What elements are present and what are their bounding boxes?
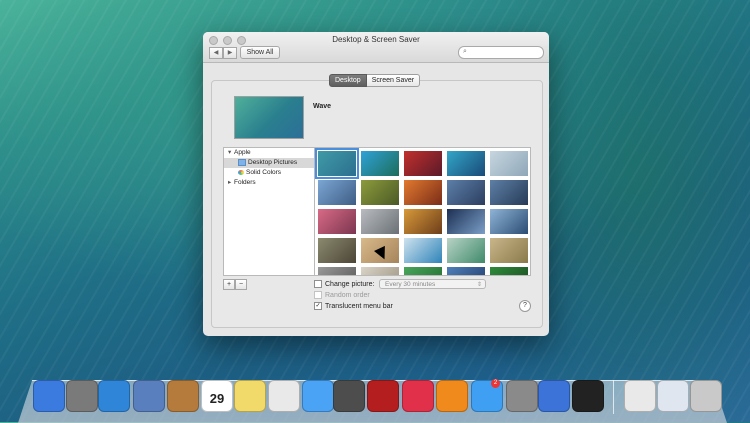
picture-thumbnail[interactable] xyxy=(447,267,485,275)
picture-thumbnail[interactable] xyxy=(490,151,528,176)
picture-thumbnail[interactable] xyxy=(318,238,356,263)
forward-button[interactable]: ▶ xyxy=(223,47,237,59)
tab-desktop[interactable]: Desktop xyxy=(329,74,367,87)
preferences-window: Desktop & Screen Saver ◀ ▶ Show All ⌕ De… xyxy=(203,32,549,336)
picture-thumbnail[interactable] xyxy=(404,209,442,234)
translucent-menu-bar-option[interactable]: ✓ Translucent menu bar xyxy=(314,302,393,310)
picture-thumbnail[interactable] xyxy=(490,209,528,234)
change-picture-option[interactable]: Change picture: xyxy=(314,280,374,288)
photo-booth-icon[interactable] xyxy=(367,380,399,412)
facetime-icon[interactable] xyxy=(333,380,365,412)
trash-icon[interactable] xyxy=(690,380,722,412)
picture-thumbnail[interactable] xyxy=(361,209,399,234)
translucent-menu-bar-checkbox[interactable]: ✓ xyxy=(314,302,322,310)
source-apple-label: Apple xyxy=(234,149,251,156)
terminal-icon[interactable] xyxy=(572,380,604,412)
picture-thumbnail[interactable] xyxy=(447,180,485,205)
app-store-badge: 2 xyxy=(491,379,500,388)
picture-grid xyxy=(314,147,531,276)
change-picture-label: Change picture: xyxy=(325,280,375,288)
change-picture-checkbox[interactable] xyxy=(314,280,322,288)
mail-icon[interactable] xyxy=(133,380,165,412)
color-wheel-icon xyxy=(238,169,244,175)
search-icon: ⌕ xyxy=(463,48,467,55)
source-folders[interactable]: ▸ Folders xyxy=(224,178,314,188)
itunes-icon[interactable] xyxy=(402,380,434,412)
interval-value: Every 30 minutes xyxy=(385,281,436,288)
random-order-checkbox[interactable] xyxy=(314,291,322,299)
window-titlebar[interactable]: Desktop & Screen Saver ◀ ▶ Show All ⌕ xyxy=(203,32,549,63)
picture-thumbnail[interactable] xyxy=(404,238,442,263)
updown-chevron-icon: ⇕ xyxy=(476,282,482,288)
folders-label: Folders xyxy=(234,179,256,186)
add-remove-buttons: + − xyxy=(223,279,247,290)
xcode-icon[interactable] xyxy=(538,380,570,412)
tab-screen-saver[interactable]: Screen Saver xyxy=(366,74,421,87)
desktop-pictures-label: Desktop Pictures xyxy=(248,159,298,166)
safari-icon[interactable] xyxy=(98,380,130,412)
source-apple[interactable]: ▾ Apple xyxy=(224,148,314,158)
contacts-icon[interactable] xyxy=(167,380,199,412)
picture-thumbnail[interactable] xyxy=(315,148,359,179)
picture-thumbnail[interactable] xyxy=(490,180,528,205)
calendar-day: 29 xyxy=(209,391,225,406)
dock-separator xyxy=(613,380,614,414)
picture-thumbnail[interactable] xyxy=(447,151,485,176)
translucent-menu-bar-label: Translucent menu bar xyxy=(325,302,393,310)
picture-thumbnail[interactable] xyxy=(361,151,399,176)
mail-document-icon[interactable] xyxy=(657,380,689,412)
picture-thumbnail[interactable] xyxy=(404,180,442,205)
picture-thumbnail[interactable] xyxy=(490,238,528,263)
picture-thumbnail[interactable] xyxy=(447,209,485,234)
source-solid-colors[interactable]: Solid Colors xyxy=(224,168,314,178)
history-nav: ◀ ▶ xyxy=(209,47,237,59)
solid-colors-label: Solid Colors xyxy=(246,169,282,176)
window-title: Desktop & Screen Saver xyxy=(332,35,420,44)
source-desktop-pictures[interactable]: Desktop Pictures xyxy=(224,158,314,168)
random-order-option[interactable]: Random order xyxy=(314,291,370,299)
source-list: ▾ Apple Desktop Pictures Solid Colors ▸ Fo… xyxy=(223,147,315,276)
picture-thumbnail[interactable] xyxy=(318,209,356,234)
back-button[interactable]: ◀ xyxy=(209,47,223,59)
picture-thumbnail[interactable] xyxy=(404,267,442,275)
interval-select[interactable]: Every 30 minutes ⇕ xyxy=(379,279,486,289)
current-picture-name: Wave xyxy=(313,103,332,110)
picture-thumbnail[interactable] xyxy=(318,267,356,275)
picture-thumbnail[interactable] xyxy=(318,180,356,205)
picture-thumbnail[interactable] xyxy=(361,180,399,205)
picture-thumbnail[interactable] xyxy=(490,267,528,275)
add-folder-button[interactable]: + xyxy=(223,279,235,290)
search-field[interactable]: ⌕ xyxy=(458,46,544,59)
tab-control: Desktop Screen Saver xyxy=(329,74,421,87)
system-preferences-icon[interactable] xyxy=(506,380,538,412)
show-all-button[interactable]: Show All xyxy=(240,46,280,59)
random-order-label: Random order xyxy=(325,291,370,299)
document-icon[interactable] xyxy=(624,380,656,412)
picture-thumbnail[interactable] xyxy=(361,267,399,275)
remove-folder-button[interactable]: − xyxy=(235,279,247,290)
messages-icon[interactable] xyxy=(302,380,334,412)
picture-thumbnail[interactable] xyxy=(404,151,442,176)
picture-thumbnail[interactable] xyxy=(447,238,485,263)
launchpad-icon[interactable] xyxy=(66,380,98,412)
finder-icon[interactable] xyxy=(33,380,65,412)
ibooks-icon[interactable] xyxy=(436,380,468,412)
current-picture-preview xyxy=(234,96,304,139)
help-button[interactable]: ? xyxy=(519,300,531,312)
reminders-icon[interactable] xyxy=(268,380,300,412)
notes-icon[interactable] xyxy=(234,380,266,412)
folder-icon xyxy=(238,158,246,166)
